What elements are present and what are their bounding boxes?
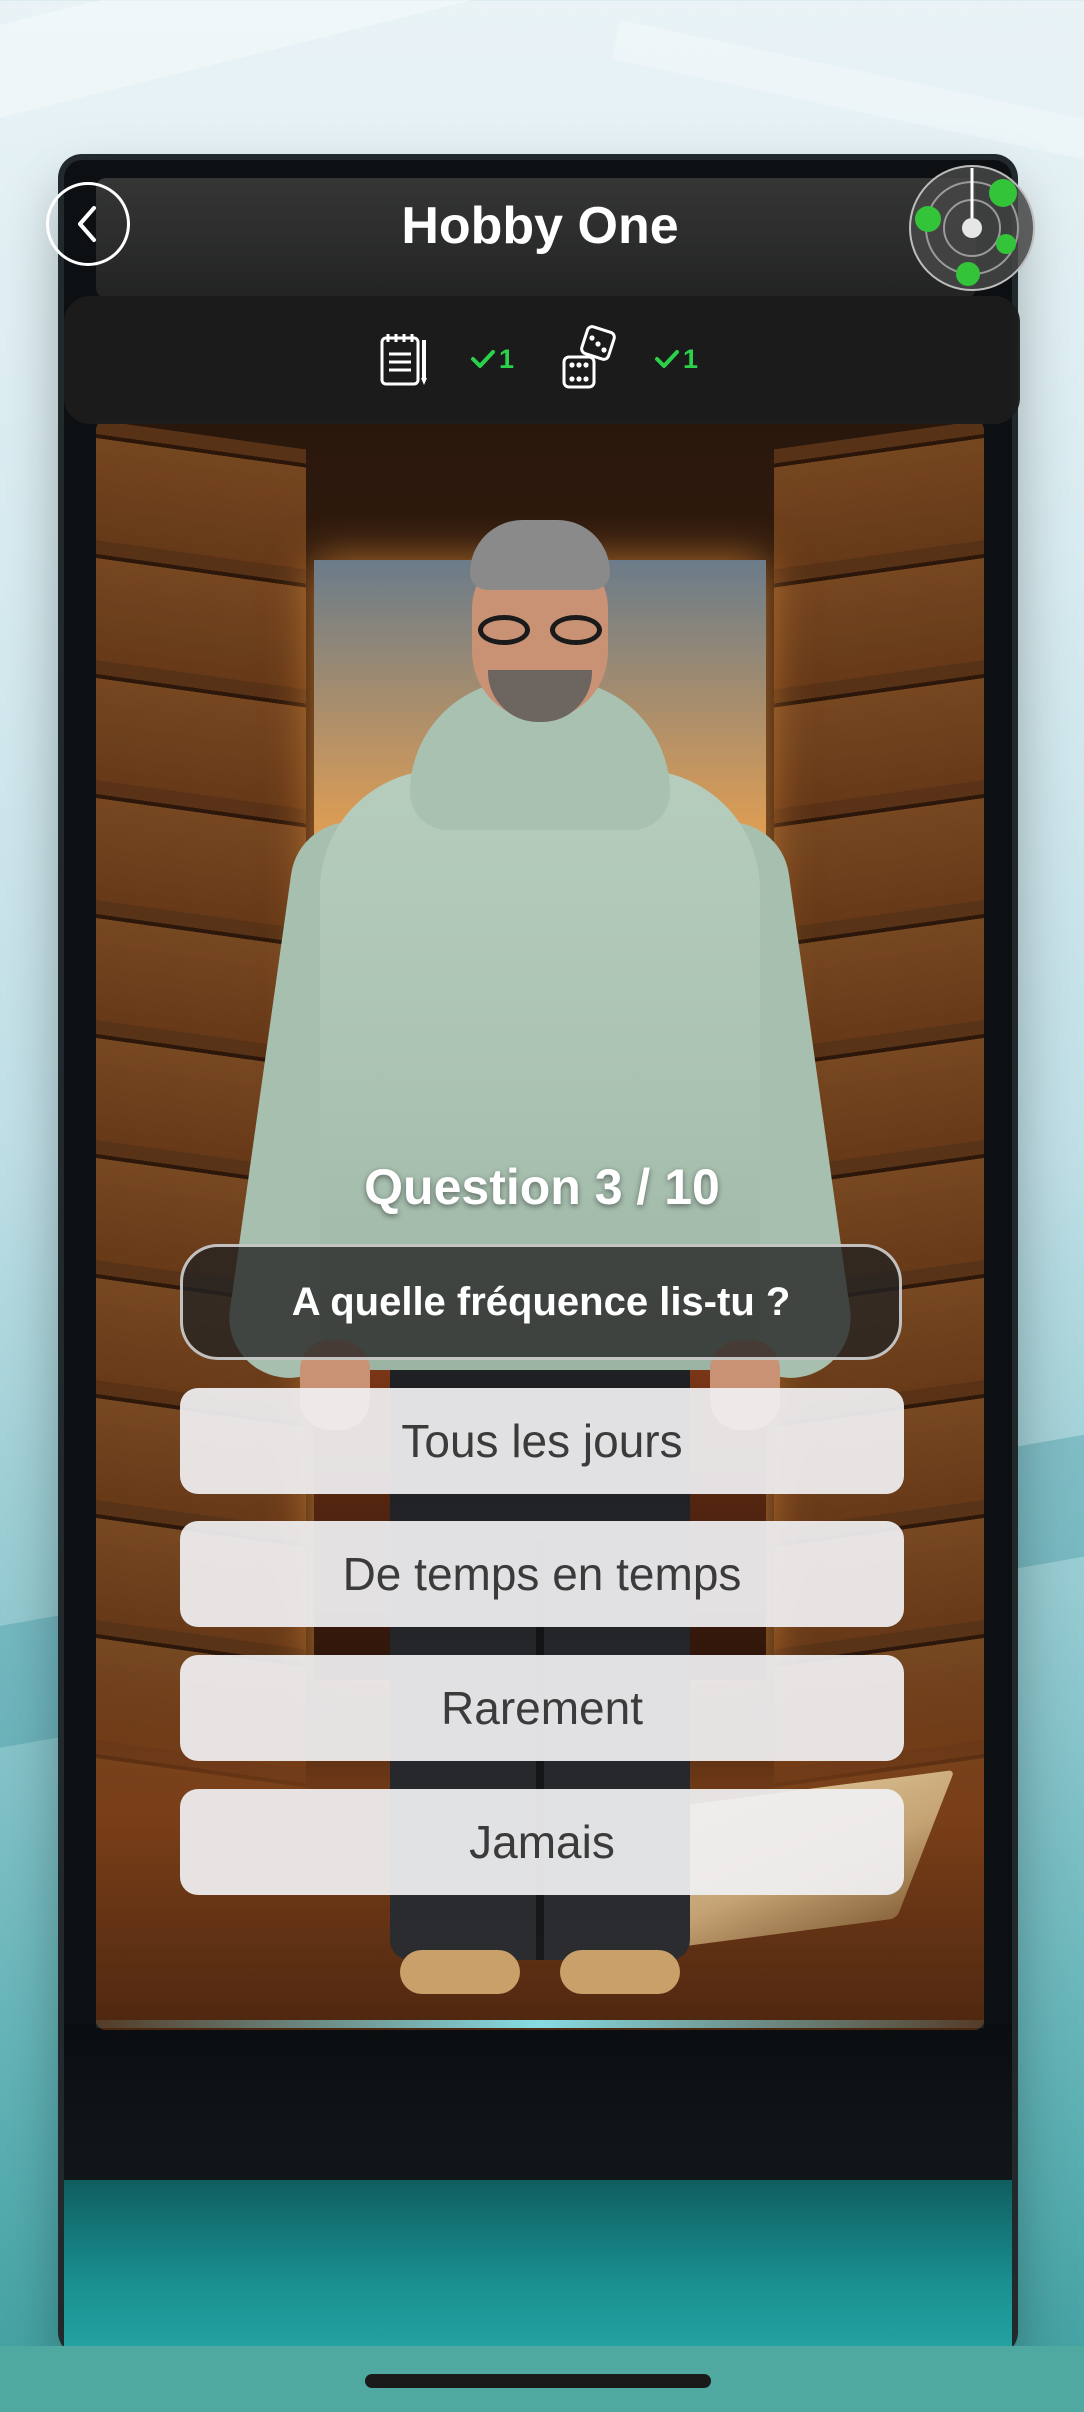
stat-dice-value: 1 <box>683 343 699 374</box>
question-text: A quelle fréquence lis-tu ? <box>291 1279 791 1324</box>
stat-dice <box>560 325 618 392</box>
chevron-left-icon <box>78 206 96 242</box>
answer-option-1[interactable]: Tous les jours <box>180 1388 904 1494</box>
back-button[interactable] <box>46 182 130 266</box>
notepad-icon <box>380 334 427 386</box>
check-icon <box>471 350 495 368</box>
home-indicator[interactable] <box>365 2374 711 2388</box>
avatar-glasses <box>478 615 602 645</box>
radar-icon <box>909 165 1035 291</box>
radar-button[interactable] <box>906 162 1038 294</box>
dice-icon <box>562 325 616 389</box>
avatar-shoe-right <box>560 1950 680 1994</box>
answer-option-4[interactable]: Jamais <box>180 1789 904 1895</box>
page-title: Hobby One <box>401 197 679 255</box>
answer-option-3[interactable]: Rarement <box>180 1655 904 1761</box>
stat-notepad <box>378 326 430 392</box>
stat-dice-count: 1 <box>654 326 698 392</box>
question-counter: Question 3 / 10 <box>364 1159 720 1215</box>
answer-option-2[interactable]: De temps en temps <box>180 1521 904 1627</box>
stat-notepad-value: 1 <box>499 343 515 374</box>
stats-bar <box>64 296 1020 424</box>
question-box: A quelle fréquence lis-tu ? <box>180 1244 902 1360</box>
avatar-shoe-left <box>400 1950 520 1994</box>
kiosk-base <box>64 2180 1012 2350</box>
kiosk-lower-panel <box>64 2025 1012 2185</box>
check-icon <box>655 350 679 368</box>
stat-notepad-count: 1 <box>470 326 514 392</box>
screen-glow-edge <box>96 2020 984 2028</box>
avatar-hair <box>470 520 610 590</box>
